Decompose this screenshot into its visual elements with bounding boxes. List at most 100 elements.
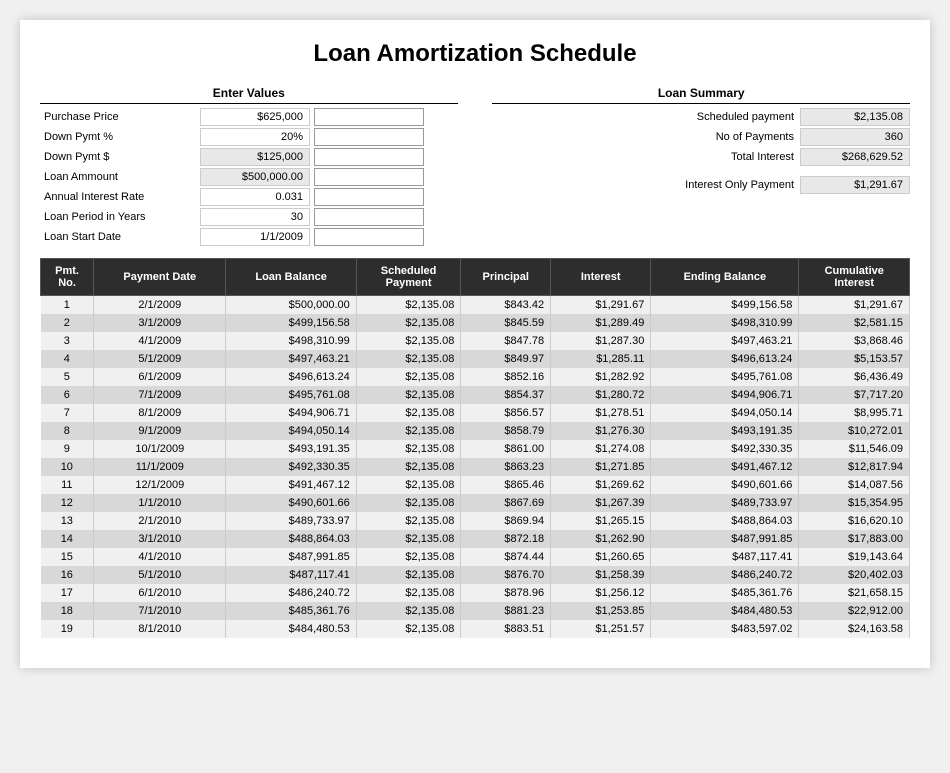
cell-3: $2,135.08	[356, 350, 461, 368]
cell-4: $863.23	[461, 458, 551, 476]
cell-7: $3,868.46	[799, 332, 910, 350]
cell-3: $2,135.08	[356, 584, 461, 602]
cell-1: 2/1/2010	[94, 512, 226, 530]
cell-2: $497,463.21	[226, 350, 356, 368]
cell-1: 5/1/2010	[94, 566, 226, 584]
cell-6: $487,991.85	[651, 530, 799, 548]
cell-3: $2,135.08	[356, 548, 461, 566]
purchase-price-value: $625,000	[200, 108, 310, 126]
num-payments-row: No of Payments 360	[492, 128, 910, 146]
cell-6: $499,156.58	[651, 296, 799, 315]
cell-7: $15,354.95	[799, 494, 910, 512]
cell-7: $5,153.57	[799, 350, 910, 368]
loan-period-input[interactable]	[314, 208, 424, 226]
cell-6: $485,361.76	[651, 584, 799, 602]
loan-start-input[interactable]	[314, 228, 424, 246]
cell-4: $861.00	[461, 440, 551, 458]
cell-1: 12/1/2009	[94, 476, 226, 494]
table-row: 1112/1/2009$491,467.12$2,135.08$865.46$1…	[41, 476, 910, 494]
purchase-price-row: Purchase Price $625,000	[40, 108, 458, 126]
down-pymt-dollar-row: Down Pymt $ $125,000	[40, 148, 458, 166]
cell-3: $2,135.08	[356, 314, 461, 332]
interest-only-row: Interest Only Payment $1,291.67	[492, 176, 910, 194]
page-container: Loan Amortization Schedule Enter Values …	[20, 20, 930, 668]
cell-0: 16	[41, 566, 94, 584]
cell-0: 5	[41, 368, 94, 386]
cell-5: $1,267.39	[551, 494, 651, 512]
col-principal: Principal	[461, 259, 551, 296]
cell-4: $854.37	[461, 386, 551, 404]
cell-4: $856.57	[461, 404, 551, 422]
cell-5: $1,274.08	[551, 440, 651, 458]
cell-5: $1,291.67	[551, 296, 651, 315]
cell-5: $1,258.39	[551, 566, 651, 584]
col-ending-balance: Ending Balance	[651, 259, 799, 296]
cell-1: 2/1/2009	[94, 296, 226, 315]
cell-7: $19,143.64	[799, 548, 910, 566]
scheduled-payment-row: Scheduled payment $2,135.08	[492, 108, 910, 126]
table-row: 1011/1/2009$492,330.35$2,135.08$863.23$1…	[41, 458, 910, 476]
cell-6: $490,601.66	[651, 476, 799, 494]
cell-2: $499,156.58	[226, 314, 356, 332]
cell-4: $843.42	[461, 296, 551, 315]
cell-7: $7,717.20	[799, 386, 910, 404]
cell-5: $1,289.49	[551, 314, 651, 332]
scheduled-payment-value: $2,135.08	[800, 108, 910, 126]
cell-6: $486,240.72	[651, 566, 799, 584]
cell-7: $14,087.56	[799, 476, 910, 494]
cell-7: $17,883.00	[799, 530, 910, 548]
cell-0: 10	[41, 458, 94, 476]
cell-2: $490,601.66	[226, 494, 356, 512]
purchase-price-input[interactable]	[314, 108, 424, 126]
annual-interest-value: 0.031	[200, 188, 310, 206]
table-row: 78/1/2009$494,906.71$2,135.08$856.57$1,2…	[41, 404, 910, 422]
cell-4: $858.79	[461, 422, 551, 440]
annual-interest-input[interactable]	[314, 188, 424, 206]
table-row: 89/1/2009$494,050.14$2,135.08$858.79$1,2…	[41, 422, 910, 440]
down-pymt-dollar-input[interactable]	[314, 148, 424, 166]
cell-5: $1,251.57	[551, 620, 651, 638]
cell-2: $500,000.00	[226, 296, 356, 315]
cell-6: $483,597.02	[651, 620, 799, 638]
cell-2: $494,050.14	[226, 422, 356, 440]
cell-7: $20,402.03	[799, 566, 910, 584]
table-row: 143/1/2010$488,864.03$2,135.08$872.18$1,…	[41, 530, 910, 548]
cell-3: $2,135.08	[356, 602, 461, 620]
loan-period-value: 30	[200, 208, 310, 226]
cell-7: $10,272.01	[799, 422, 910, 440]
cell-6: $484,480.53	[651, 602, 799, 620]
cell-7: $21,658.15	[799, 584, 910, 602]
cell-6: $491,467.12	[651, 458, 799, 476]
cell-1: 4/1/2009	[94, 332, 226, 350]
cell-0: 18	[41, 602, 94, 620]
loan-amount-value: $500,000.00	[200, 168, 310, 186]
cell-3: $2,135.08	[356, 440, 461, 458]
cell-4: $872.18	[461, 530, 551, 548]
cell-5: $1,256.12	[551, 584, 651, 602]
cell-3: $2,135.08	[356, 512, 461, 530]
cell-1: 3/1/2009	[94, 314, 226, 332]
table-row: 132/1/2010$489,733.97$2,135.08$869.94$1,…	[41, 512, 910, 530]
loan-period-row: Loan Period in Years 30	[40, 208, 458, 226]
cell-3: $2,135.08	[356, 296, 461, 315]
cell-0: 2	[41, 314, 94, 332]
cell-2: $487,991.85	[226, 548, 356, 566]
cell-4: $852.16	[461, 368, 551, 386]
down-pymt-pct-input[interactable]	[314, 128, 424, 146]
cell-0: 12	[41, 494, 94, 512]
cell-3: $2,135.08	[356, 530, 461, 548]
cell-7: $22,912.00	[799, 602, 910, 620]
amortization-table: Pmt.No. Payment Date Loan Balance Schedu…	[40, 258, 910, 638]
col-pmt-no: Pmt.No.	[41, 259, 94, 296]
cell-0: 19	[41, 620, 94, 638]
cell-1: 9/1/2009	[94, 422, 226, 440]
loan-summary-title: Loan Summary	[492, 86, 910, 104]
table-row: 154/1/2010$487,991.85$2,135.08$874.44$1,…	[41, 548, 910, 566]
loan-amount-input[interactable]	[314, 168, 424, 186]
cell-6: $496,613.24	[651, 350, 799, 368]
loan-start-label: Loan Start Date	[40, 229, 200, 245]
cell-7: $1,291.67	[799, 296, 910, 315]
cell-2: $498,310.99	[226, 332, 356, 350]
cell-4: $878.96	[461, 584, 551, 602]
cell-3: $2,135.08	[356, 476, 461, 494]
